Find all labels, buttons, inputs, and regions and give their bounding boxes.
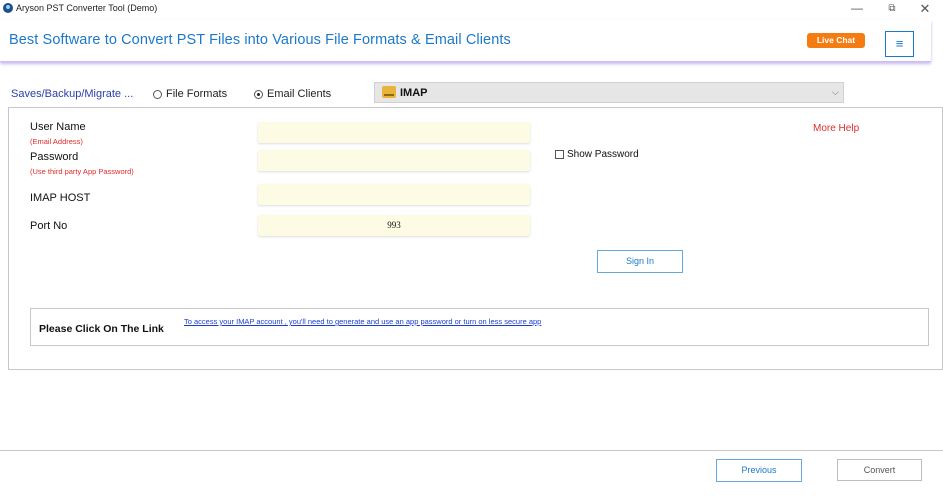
app-logo-icon <box>3 3 13 13</box>
footer-bar: Previous Convert <box>0 450 943 499</box>
radio-file-formats[interactable]: File Formats <box>153 88 227 100</box>
window-title: Aryson PST Converter Tool (Demo) <box>16 3 158 13</box>
more-help-link[interactable]: More Help <box>813 123 859 134</box>
radio-email-clients-label: Email Clients <box>267 88 332 100</box>
imap-login-panel: User Name (Email Address) Password (Use … <box>8 107 943 370</box>
help-link-box: Please Click On The Link To access your … <box>30 308 929 346</box>
show-password-label: Show Password <box>567 149 639 160</box>
app-window: Aryson PST Converter Tool (Demo) — ⧉ ✕ B… <box>0 0 943 499</box>
username-field[interactable] <box>258 122 530 143</box>
restore-button[interactable]: ⧉ <box>877 0 907 17</box>
close-button[interactable]: ✕ <box>910 0 940 17</box>
radio-email-clients[interactable]: Email Clients <box>254 88 331 100</box>
title-bar: Aryson PST Converter Tool (Demo) — ⧉ ✕ <box>0 0 943 17</box>
email-client-selected: IMAP <box>400 87 428 99</box>
header-title: Best Software to Convert PST Files into … <box>9 32 511 48</box>
hamburger-menu-button[interactable]: ≡ <box>885 31 914 57</box>
radio-circle-icon <box>153 89 162 99</box>
username-hint: (Email Address) <box>30 137 83 146</box>
header-banner: Best Software to Convert PST Files into … <box>0 20 931 62</box>
envelope-icon <box>382 86 396 98</box>
convert-button[interactable]: Convert <box>837 459 922 481</box>
password-field[interactable] <box>258 150 530 171</box>
radio-file-formats-label: File Formats <box>166 88 228 100</box>
app-password-help-link[interactable]: To access your IMAP account , you'll nee… <box>184 317 574 327</box>
show-password-checkbox[interactable]: Show Password <box>555 149 639 160</box>
username-label: User Name <box>30 121 86 133</box>
password-hint: (Use third party App Password) <box>30 167 134 176</box>
minimize-button[interactable]: — <box>842 0 872 17</box>
email-client-dropdown[interactable]: IMAP ⌵ <box>374 82 844 103</box>
checkbox-icon <box>555 150 564 159</box>
radio-selected-circle-icon <box>254 89 263 99</box>
port-label: Port No <box>30 220 68 232</box>
port-field[interactable]: 993 <box>258 215 530 236</box>
help-link-label: Please Click On The Link <box>39 323 164 335</box>
mode-label: Saves/Backup/Migrate ... <box>11 88 134 100</box>
imap-host-label: IMAP HOST <box>30 192 91 204</box>
previous-button[interactable]: Previous <box>716 459 802 482</box>
live-chat-button[interactable]: Live Chat <box>807 33 865 48</box>
sign-in-button[interactable]: Sign In <box>597 250 683 273</box>
port-value: 993 <box>387 220 401 230</box>
password-label: Password <box>30 151 79 163</box>
imap-host-field[interactable] <box>258 184 530 205</box>
chevron-down-icon: ⌵ <box>832 87 839 97</box>
